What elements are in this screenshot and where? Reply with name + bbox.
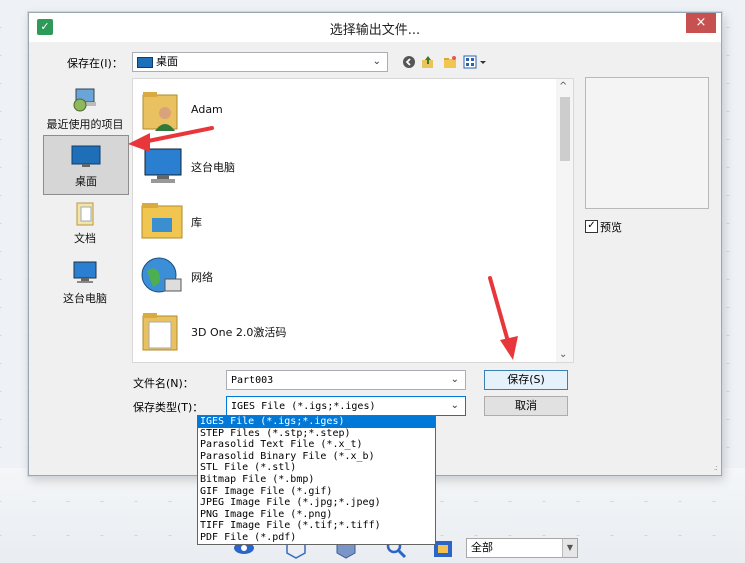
- filter-value: 全部: [471, 541, 493, 554]
- dropdown-option[interactable]: JPEG Image File (*.jpg;*.jpeg): [198, 497, 435, 509]
- dropdown-option[interactable]: TIFF Image File (*.tif;*.tiff): [198, 520, 435, 532]
- dropdown-option[interactable]: Parasolid Binary File (*.x_b): [198, 451, 435, 463]
- dropdown-option[interactable]: STL File (*.stl): [198, 462, 435, 474]
- arrow-head-desktop: [128, 133, 150, 152]
- dropdown-option[interactable]: GIF Image File (*.gif): [198, 486, 435, 498]
- arrow-to-save: [488, 276, 511, 347]
- dropdown-option[interactable]: Parasolid Text File (*.x_t): [198, 439, 435, 451]
- dropdown-option[interactable]: STEP Files (*.stp;*.step): [198, 428, 435, 440]
- chevron-down-icon: ▼: [562, 539, 577, 557]
- arrow-to-desktop: [146, 126, 214, 143]
- dropdown-option[interactable]: PDF File (*.pdf): [198, 532, 435, 544]
- dropdown-option[interactable]: Bitmap File (*.bmp): [198, 474, 435, 486]
- dropdown-option[interactable]: IGES File (*.igs;*.iges): [198, 416, 435, 428]
- arrow-head-save: [500, 336, 518, 360]
- dropdown-option[interactable]: PNG Image File (*.png): [198, 509, 435, 521]
- filter-select[interactable]: 全部 ▼: [466, 538, 578, 558]
- save-type-dropdown[interactable]: IGES File (*.igs;*.iges) STEP Files (*.s…: [197, 415, 436, 545]
